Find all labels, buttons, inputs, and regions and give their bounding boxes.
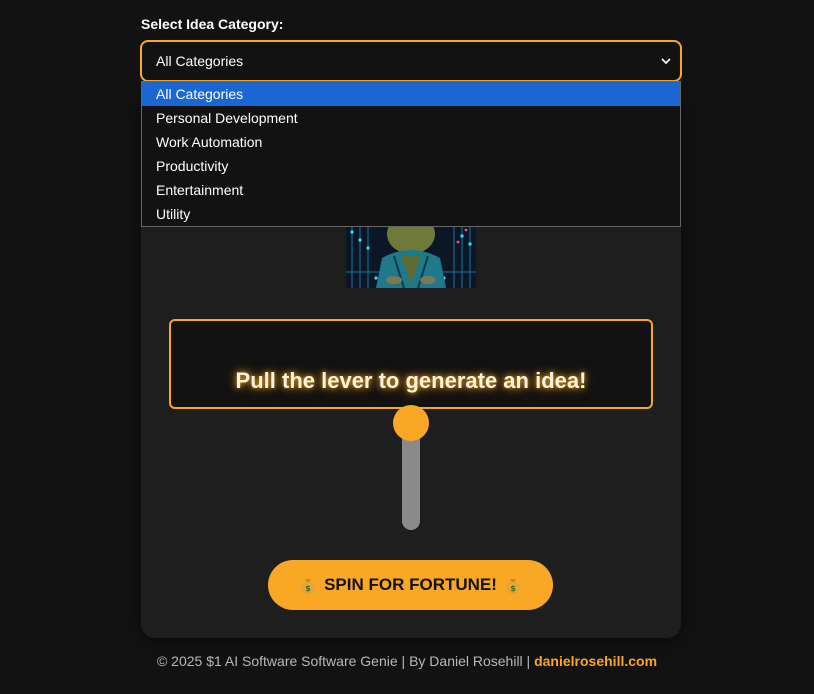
category-option-work-automation[interactable]: Work Automation bbox=[142, 130, 680, 154]
category-select-value: All Categories bbox=[156, 53, 244, 69]
footer-link[interactable]: danielrosehill.com bbox=[534, 653, 657, 669]
category-option-productivity[interactable]: Productivity bbox=[142, 154, 680, 178]
spin-button[interactable]: $ SPIN FOR FORTUNE! $ bbox=[268, 560, 553, 610]
category-option-all[interactable]: All Categories bbox=[142, 82, 680, 106]
moneybag-icon: $ bbox=[505, 579, 520, 594]
category-select[interactable]: All Categories bbox=[140, 40, 682, 82]
idea-text: Pull the lever to generate an idea! bbox=[235, 368, 587, 393]
category-label: Select Idea Category: bbox=[141, 16, 284, 32]
svg-text:$: $ bbox=[510, 584, 516, 593]
category-option-personal-development[interactable]: Personal Development bbox=[142, 106, 680, 130]
moneybag-icon: $ bbox=[301, 579, 316, 594]
footer-text: © 2025 $1 AI Software Software Genie | B… bbox=[156, 653, 535, 669]
footer: © 2025 $1 AI Software Software Genie | B… bbox=[0, 653, 814, 669]
chevron-down-icon bbox=[661, 58, 671, 65]
category-option-entertainment[interactable]: Entertainment bbox=[142, 178, 680, 202]
lever-handle[interactable] bbox=[393, 405, 429, 441]
category-dropdown-list: All Categories Personal Development Work… bbox=[141, 81, 681, 227]
category-option-utility[interactable]: Utility bbox=[142, 202, 680, 226]
spin-button-label: SPIN FOR FORTUNE! bbox=[324, 575, 497, 594]
idea-display: Pull the lever to generate an idea! bbox=[169, 319, 653, 409]
svg-text:$: $ bbox=[305, 584, 311, 593]
